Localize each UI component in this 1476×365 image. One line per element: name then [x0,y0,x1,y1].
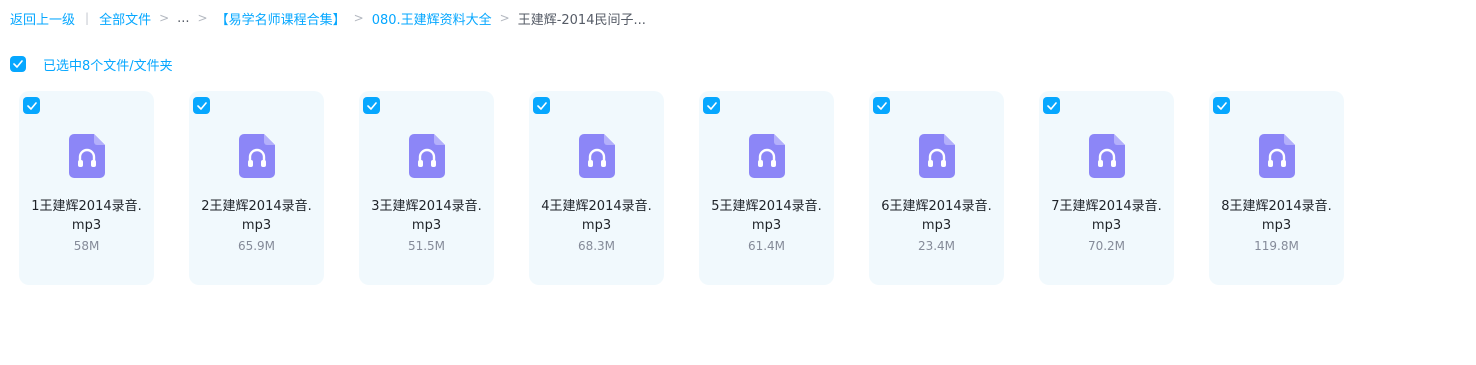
audio-file-icon [919,134,955,178]
checkmark-icon [1216,101,1227,110]
file-checkbox[interactable] [533,97,550,114]
file-extension: mp3 [1091,218,1122,233]
breadcrumb-separator-icon: > [353,11,364,25]
checkmark-icon [196,101,207,110]
file-size: 68.3M [577,239,616,253]
file-checkbox[interactable] [1043,97,1060,114]
checkmark-icon [1046,101,1057,110]
file-size: 58M [73,239,100,253]
file-name-line: 5王建辉2014录音. [711,199,822,214]
file-size: 119.8M [1254,239,1299,253]
file-name-line: 7王建辉2014录音. [1051,199,1162,214]
file-checkbox[interactable] [363,97,380,114]
file-name: 5王建辉2014录音. mp3 [703,197,830,235]
file-name: 6王建辉2014录音. mp3 [873,197,1000,235]
file-extension: mp3 [71,218,102,233]
file-name-line: 4王建辉2014录音. [541,199,652,214]
file-grid: 1王建辉2014录音. mp3 58M 2王建辉2014录音. mp3 65.9… [19,91,1379,285]
file-checkbox[interactable] [23,97,40,114]
file-size: 51.5M [407,239,446,253]
file-size: 65.9M [237,239,276,253]
file-size: 61.4M [747,239,786,253]
audio-file-icon [409,134,445,178]
breadcrumb: 返回上一级 | 全部文件 > ... > 【易学名师课程合集】 > 080.王建… [10,8,646,28]
checkmark-icon [26,101,37,110]
file-card[interactable]: 6王建辉2014录音. mp3 23.4M [869,91,1004,285]
file-extension: mp3 [921,218,952,233]
file-extension: mp3 [411,218,442,233]
file-name: 2王建辉2014录音. mp3 [193,197,320,235]
file-extension: mp3 [1261,218,1292,233]
audio-file-icon [749,134,785,178]
file-name: 3王建辉2014录音. mp3 [363,197,490,235]
file-card[interactable]: 3王建辉2014录音. mp3 51.5M [359,91,494,285]
audio-file-icon [1259,134,1295,178]
audio-file-icon [239,134,275,178]
file-name-line: 1王建辉2014录音. [31,199,142,214]
breadcrumb-separator-icon: > [159,11,170,25]
file-card[interactable]: 1王建辉2014录音. mp3 58M [19,91,154,285]
file-checkbox[interactable] [1213,97,1230,114]
select-all-checkbox[interactable] [10,56,26,72]
audio-file-icon [1089,134,1125,178]
file-card[interactable]: 5王建辉2014录音. mp3 61.4M [699,91,834,285]
file-extension: mp3 [241,218,272,233]
back-link[interactable]: 返回上一级 [10,9,75,28]
selection-count-text: 已选中8个文件/文件夹 [43,58,173,74]
breadcrumb-current: 王建辉-2014民间子... [517,12,646,28]
breadcrumb-all-files[interactable]: 全部文件 [99,9,151,28]
file-card[interactable]: 2王建辉2014录音. mp3 65.9M [189,91,324,285]
checkmark-icon [13,60,23,68]
file-checkbox[interactable] [193,97,210,114]
file-extension: mp3 [751,218,782,233]
breadcrumb-divider: | [85,11,90,25]
checkmark-icon [876,101,887,110]
file-checkbox[interactable] [703,97,720,114]
file-name-line: 8王建辉2014录音. [1221,199,1332,214]
audio-file-icon [69,134,105,178]
checkmark-icon [366,101,377,110]
file-name-line: 2王建辉2014录音. [201,199,312,214]
file-name: 4王建辉2014录音. mp3 [533,197,660,235]
file-extension: mp3 [581,218,612,233]
file-name-line: 6王建辉2014录音. [881,199,992,214]
file-size: 23.4M [917,239,956,253]
breadcrumb-separator-icon: > [499,11,510,25]
file-card[interactable]: 4王建辉2014录音. mp3 68.3M [529,91,664,285]
breadcrumb-folder-2[interactable]: 080.王建辉资料大全 [372,9,492,28]
selection-bar: 已选中8个文件/文件夹 [10,55,173,74]
file-card[interactable]: 8王建辉2014录音. mp3 119.8M [1209,91,1344,285]
breadcrumb-separator-icon: > [197,11,208,25]
checkmark-icon [536,101,547,110]
file-name: 7王建辉2014录音. mp3 [1043,197,1170,235]
checkmark-icon [706,101,717,110]
breadcrumb-folder-1[interactable]: 【易学名师课程合集】 [216,9,346,28]
file-size: 70.2M [1087,239,1126,253]
file-card[interactable]: 7王建辉2014录音. mp3 70.2M [1039,91,1174,285]
file-checkbox[interactable] [873,97,890,114]
file-name-line: 3王建辉2014录音. [371,199,482,214]
audio-file-icon [579,134,615,178]
breadcrumb-ellipsis[interactable]: ... [177,11,189,26]
file-name: 8王建辉2014录音. mp3 [1213,197,1340,235]
file-name: 1王建辉2014录音. mp3 [23,197,150,235]
